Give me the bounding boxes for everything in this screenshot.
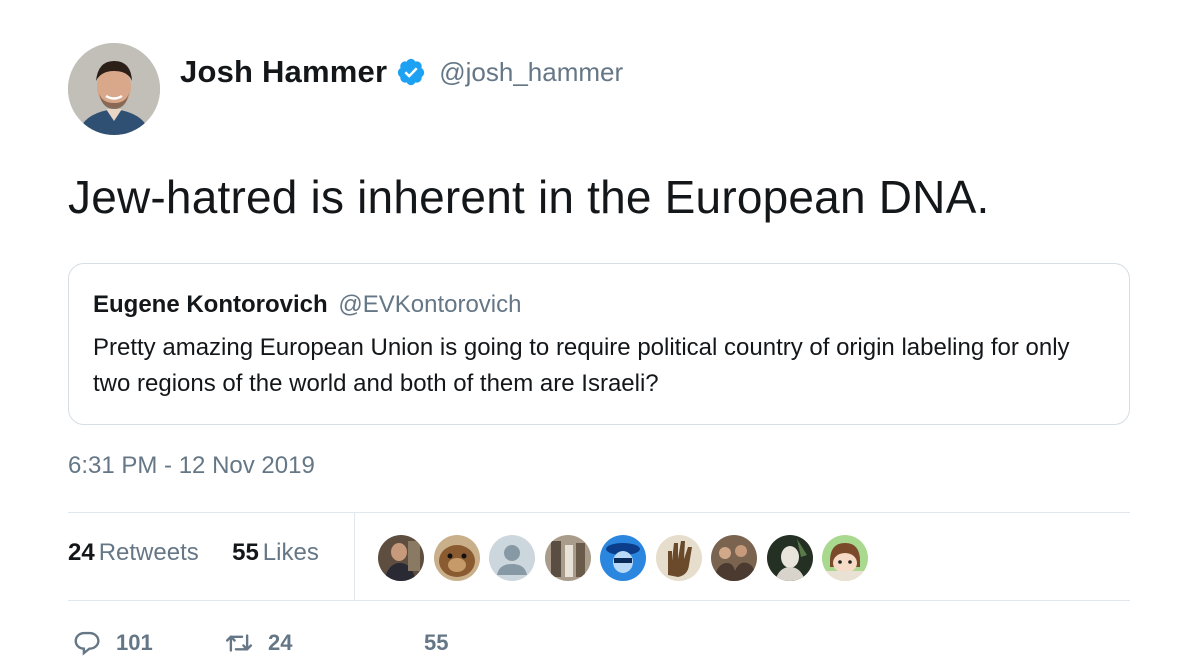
retweets-count: 24 <box>68 539 95 566</box>
like-count: 55 <box>424 630 449 655</box>
liker-avatar[interactable] <box>822 535 868 581</box>
tweet-text: Jew-hatred is inherent in the European D… <box>68 171 990 223</box>
divider <box>68 512 1130 513</box>
liker-avatar[interactable] <box>711 535 757 581</box>
quoted-author-handle: @EVKontorovich <box>338 291 522 318</box>
reply-icon <box>72 628 102 658</box>
liker-avatar[interactable] <box>544 535 591 581</box>
author-display-name[interactable]: Josh Hammer <box>180 54 387 90</box>
tweet-timestamp[interactable]: 6:31 PM - 12 Nov 2019 <box>68 452 315 480</box>
author-header: Josh Hammer @josh_hammer <box>180 52 623 92</box>
reply-button[interactable]: 101 <box>72 625 153 661</box>
like-button[interactable]: 55 <box>380 625 448 661</box>
liker-avatar[interactable] <box>655 535 702 581</box>
retweet-icon <box>224 628 254 658</box>
like-icon <box>380 628 410 658</box>
tweet-stats: 24 Retweets 55 Likes <box>68 539 319 567</box>
liker-avatar[interactable] <box>378 535 424 581</box>
quoted-tweet-card[interactable]: Eugene Kontorovich @EVKontorovich Pretty… <box>68 263 1130 425</box>
likes-stat[interactable]: 55 Likes <box>225 539 319 566</box>
retweets-stat[interactable]: 24 Retweets <box>68 539 205 566</box>
liker-avatar[interactable] <box>433 535 480 581</box>
vertical-divider <box>354 512 355 600</box>
likes-label: Likes <box>262 539 319 566</box>
retweet-count: 24 <box>268 630 293 655</box>
divider <box>68 600 1130 601</box>
likes-count: 55 <box>232 539 259 566</box>
retweets-label: Retweets <box>98 539 199 566</box>
retweet-button[interactable]: 24 <box>224 625 292 661</box>
author-handle[interactable]: @josh_hammer <box>439 57 623 88</box>
liker-avatar[interactable] <box>600 535 646 581</box>
reply-count: 101 <box>116 630 153 655</box>
quoted-tweet-text: Pretty amazing European Union is going t… <box>93 334 1070 397</box>
liker-avatar[interactable] <box>766 535 813 581</box>
verified-badge-icon <box>396 57 426 87</box>
default-avatar-icon[interactable] <box>489 535 535 581</box>
author-avatar[interactable] <box>68 43 160 135</box>
quoted-author-name: Eugene Kontorovich <box>93 291 328 318</box>
quoted-tweet-header: Eugene Kontorovich @EVKontorovich <box>93 291 521 319</box>
liker-avatars <box>378 535 878 581</box>
